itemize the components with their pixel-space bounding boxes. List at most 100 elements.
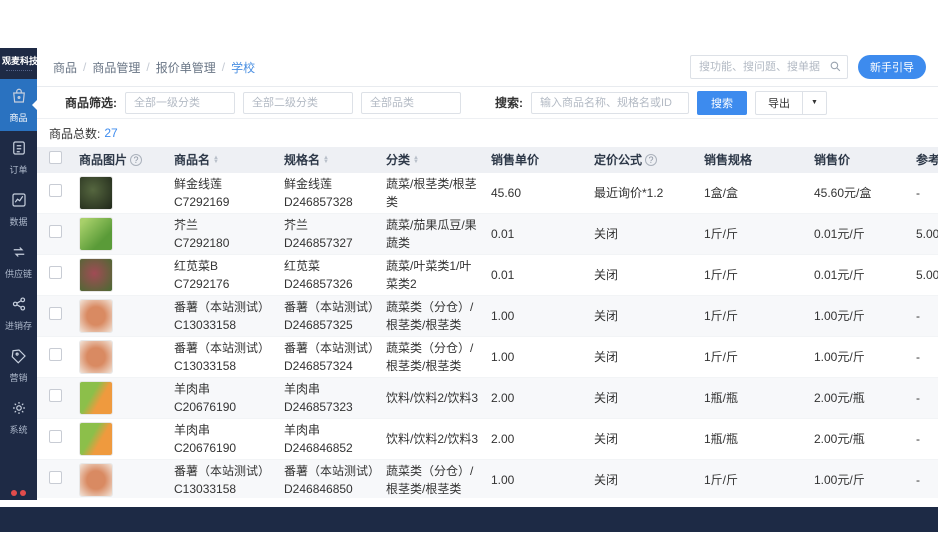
row-checkbox[interactable] (49, 184, 62, 197)
product-image[interactable] (79, 340, 113, 374)
table-row[interactable]: 番薯（本站测试） C13033158 番薯（本站测试） D246857324 蔬… (37, 337, 938, 378)
sale-spec: 1盒/盒 (704, 186, 739, 200)
help-search-input[interactable] (690, 55, 848, 79)
col-category-label: 分类 (386, 153, 411, 167)
product-image[interactable] (79, 176, 113, 210)
red-dot-badge (20, 490, 26, 496)
help-question-icon[interactable]: ? (130, 154, 143, 166)
logo-text: 观麦科技 (2, 56, 39, 66)
sidebar-item-marketing[interactable]: 营销 (0, 339, 37, 391)
unit-price: 2.00 (491, 391, 515, 405)
sidebar-item-data[interactable]: 数据 (0, 183, 37, 235)
product-name: 芥兰 (174, 218, 199, 232)
product-image[interactable] (79, 422, 113, 456)
product-image[interactable] (79, 299, 113, 333)
col-spec-sortable[interactable]: 规格名 ▲ ▼ (280, 149, 382, 171)
sidebar-item-system[interactable]: 系统 (0, 391, 37, 443)
table-row[interactable]: 红苋菜B C7292176 红苋菜 D246857326 蔬菜/叶菜类1/叶菜类… (37, 255, 938, 296)
row-checkbox[interactable] (49, 471, 62, 484)
spec-name: 番薯（本站测试） (284, 341, 381, 355)
col-name-sortable[interactable]: 商品名 ▲ ▼ (170, 149, 280, 171)
product-table: 商品图片 ? 商品名 ▲▼ 规格名 ▲▼ 分类 ▲▼ 销售单价 定价公式 (37, 147, 938, 498)
sidebar-item-label: 订单 (9, 165, 28, 175)
row-checkbox[interactable] (49, 225, 62, 238)
export-button[interactable]: 导出 (755, 90, 803, 115)
sale-price: 1.00元/斤 (814, 309, 865, 323)
row-checkbox[interactable] (49, 348, 62, 361)
search-button[interactable]: 搜索 (697, 90, 747, 115)
total-count-label: 商品总数: (49, 126, 101, 141)
sale-price: 1.00元/斤 (814, 473, 865, 487)
product-name: 番薯（本站测试） (174, 464, 271, 478)
product-category: 蔬菜/叶菜类1/叶菜类2 (386, 259, 472, 291)
spec-code: D246857323 (284, 400, 353, 414)
col-sale-spec-label: 销售规格 (704, 153, 753, 167)
unit-price: 0.01 (491, 227, 515, 241)
breadcrumb: 商品 / 商品管理 / 报价单管理 / 学校 (53, 59, 255, 76)
product-category: 蔬菜/茄果瓜豆/果蔬类 (386, 218, 477, 250)
product-category: 蔬菜类（分仓）/根茎类/根茎类 (386, 300, 474, 332)
beginner-guide-button[interactable]: 新手引导 (858, 55, 926, 79)
taskbar (0, 507, 938, 532)
row-checkbox[interactable] (49, 266, 62, 279)
product-name: 羊肉串 (174, 382, 211, 396)
category-level2-select[interactable]: 全部二级分类 (243, 91, 353, 114)
pricing-formula: 关闭 (594, 309, 619, 323)
spec-code: D246857326 (284, 277, 353, 291)
sidebar-item-label: 系统 (9, 425, 28, 435)
table-row[interactable]: 羊肉串 C20676190 羊肉串 D246846852 饮料/饮料2/饮料3 … (37, 419, 938, 460)
spec-code: D246857325 (284, 318, 353, 332)
share-nodes-icon (10, 295, 28, 316)
table-header-row: 商品图片 ? 商品名 ▲▼ 规格名 ▲▼ 分类 ▲▼ 销售单价 定价公式 (37, 147, 938, 173)
row-checkbox[interactable] (49, 307, 62, 320)
breadcrumb-quotation-management[interactable]: 报价单管理 (156, 59, 216, 76)
row-checkbox[interactable] (49, 430, 62, 443)
row-checkbox[interactable] (49, 389, 62, 402)
breadcrumb-goods-management[interactable]: 商品管理 (92, 59, 140, 76)
gear-icon (10, 399, 28, 420)
sidebar-item-orders[interactable]: 订单 (0, 131, 37, 183)
sidebar-item-inventory[interactable]: 进销存 (0, 287, 37, 339)
table-row[interactable]: 鲜金线莲 C7292169 鲜金线莲 D246857328 蔬菜/根茎类/根茎类… (37, 173, 938, 214)
table-row[interactable]: 番薯（本站测试） C13033158 番薯（本站测试） D246846850 蔬… (37, 460, 938, 498)
table-row[interactable]: 番薯（本站测试） C13033158 番薯（本站测试） D246857325 蔬… (37, 296, 938, 337)
category-level1-select[interactable]: 全部一级分类 (125, 91, 235, 114)
product-code: C7292176 (174, 277, 230, 291)
product-image[interactable] (79, 217, 113, 251)
sale-spec: 1瓶/瓶 (704, 432, 739, 446)
table-row[interactable]: 芥兰 C7292180 芥兰 D246857327 蔬菜/茄果瓜豆/果蔬类 0.… (37, 214, 938, 255)
export-caret-button[interactable]: ▼ (803, 90, 827, 115)
product-category: 饮料/饮料2/饮料3 (386, 391, 479, 405)
col-category-sortable[interactable]: 分类 ▲ ▼ (382, 149, 487, 171)
select-all-checkbox[interactable] (49, 151, 62, 164)
spec-name: 羊肉串 (284, 382, 321, 396)
sidebar-item-supply-chain[interactable]: 供应链 (0, 235, 37, 287)
search-icon[interactable] (829, 60, 842, 76)
red-dot-badge (11, 490, 17, 496)
unit-price: 1.00 (491, 473, 515, 487)
global-help-search (690, 55, 848, 79)
category-type-select[interactable]: 全部品类 (361, 91, 461, 114)
spec-code: D246846852 (284, 441, 353, 455)
sidebar-item-label: 进销存 (4, 321, 32, 331)
ref-cost: - (916, 186, 920, 200)
breadcrumb-current-school: 学校 (231, 60, 256, 75)
col-spec-label: 规格名 (284, 153, 321, 167)
help-question-icon[interactable]: ? (645, 154, 658, 166)
breadcrumb-separator: / (146, 60, 150, 74)
tag-icon (10, 347, 28, 368)
ref-cost: 5.00元/斤 (916, 268, 938, 282)
sidebar-item-goods[interactable]: 商品 (0, 79, 37, 131)
table-row[interactable]: 羊肉串 C20676190 羊肉串 D246857323 饮料/饮料2/饮料3 … (37, 378, 938, 419)
product-code: C13033158 (174, 482, 237, 496)
sale-spec: 1斤/斤 (704, 309, 739, 323)
product-image[interactable] (79, 463, 113, 497)
product-image[interactable] (79, 258, 113, 292)
spec-code: D246857327 (284, 236, 353, 250)
product-image[interactable] (79, 381, 113, 415)
keyword-search-input[interactable] (531, 91, 689, 114)
sale-price: 1.00元/斤 (814, 350, 865, 364)
breadcrumb-goods[interactable]: 商品 (53, 59, 77, 76)
product-code: C13033158 (174, 359, 237, 373)
product-code: C20676190 (174, 441, 237, 455)
